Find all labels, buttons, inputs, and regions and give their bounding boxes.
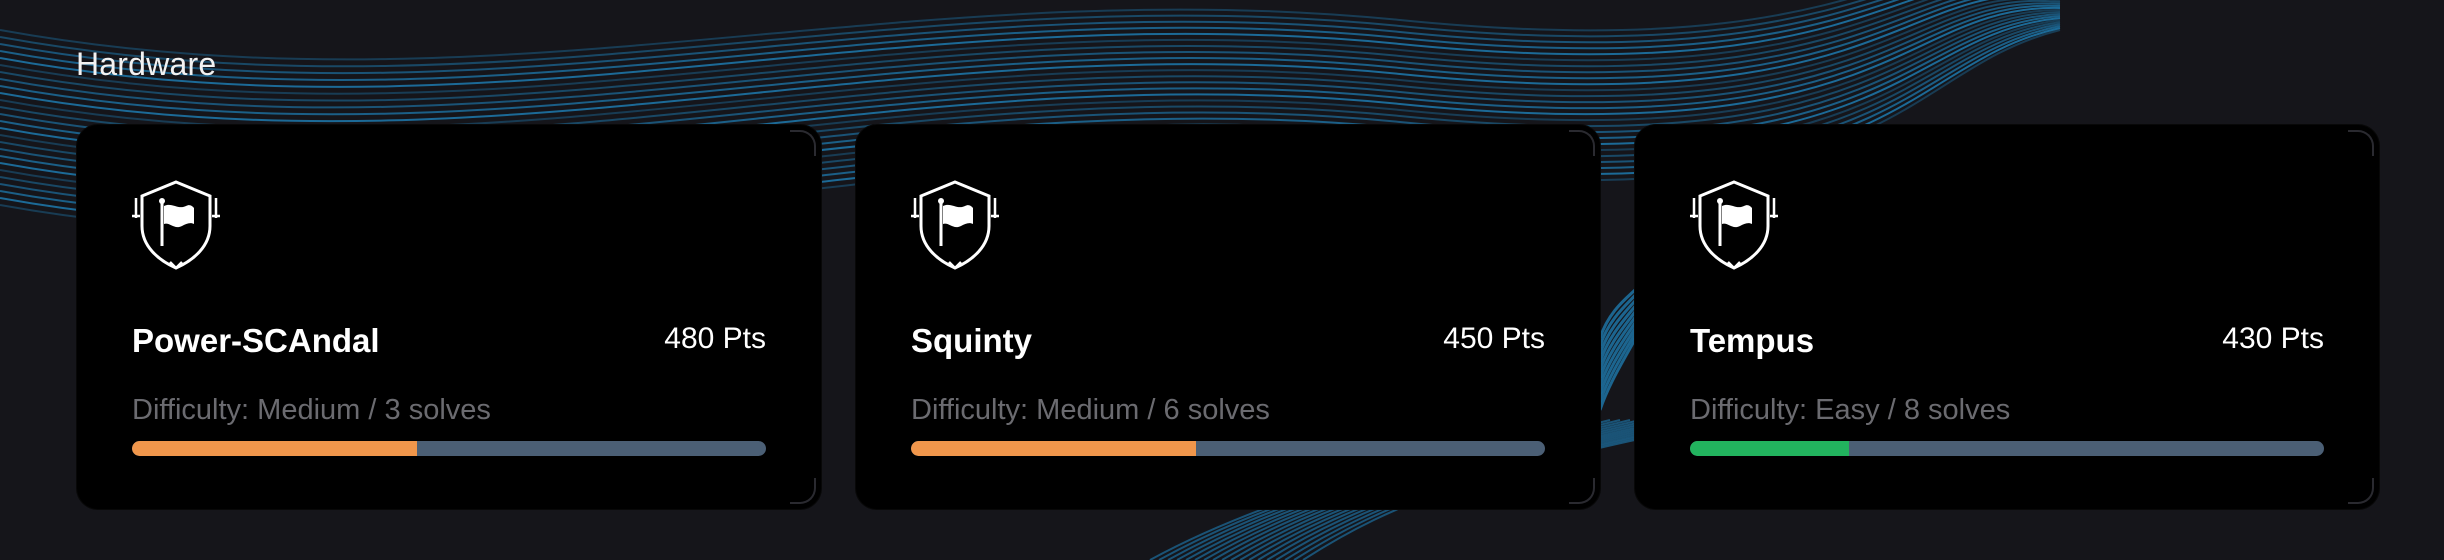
solves-count: 6 solves bbox=[1163, 394, 1270, 426]
difficulty-bar bbox=[911, 441, 1545, 456]
challenge-difficulty-text: Difficulty: Medium / 6 solves bbox=[911, 394, 1270, 427]
challenge-card[interactable]: Tempus 430 Pts Difficulty: Easy / 8 solv… bbox=[1634, 124, 2380, 510]
difficulty-label: Difficulty: bbox=[132, 394, 250, 426]
shield-flag-icon bbox=[132, 180, 220, 270]
separator: / bbox=[1147, 394, 1156, 426]
solves-count: 8 solves bbox=[1903, 394, 2011, 426]
section-title: Hardware bbox=[76, 46, 217, 82]
challenge-difficulty-text: Difficulty: Easy / 8 solves bbox=[1690, 394, 2010, 427]
difficulty-label: Difficulty: bbox=[1690, 394, 1808, 426]
difficulty-bar-fill bbox=[132, 441, 418, 456]
difficulty-bar bbox=[132, 441, 766, 456]
challenge-points: 430 Pts bbox=[2222, 322, 2324, 355]
challenge-name: Squinty bbox=[911, 322, 1032, 359]
shield-flag-icon bbox=[911, 180, 999, 270]
challenge-difficulty-text: Difficulty: Medium / 3 solves bbox=[132, 394, 491, 427]
difficulty-bar-fill bbox=[1690, 441, 1849, 456]
challenge-card-list: Power-SCAndal 480 Pts Difficulty: Medium… bbox=[76, 124, 2380, 510]
shield-flag-icon bbox=[1690, 180, 1778, 270]
difficulty-bar bbox=[1690, 441, 2324, 456]
solves-count: 3 solves bbox=[384, 394, 491, 426]
separator: / bbox=[1887, 394, 1896, 426]
challenge-points: 450 Pts bbox=[1443, 322, 1545, 355]
difficulty-value: Medium bbox=[1036, 394, 1140, 426]
challenge-card[interactable]: Power-SCAndal 480 Pts Difficulty: Medium… bbox=[76, 124, 822, 510]
difficulty-value: Medium bbox=[257, 394, 361, 426]
challenge-name: Tempus bbox=[1690, 322, 1815, 359]
difficulty-value: Easy bbox=[1815, 394, 1880, 426]
challenge-points: 480 Pts bbox=[664, 322, 766, 355]
separator: / bbox=[368, 394, 377, 426]
difficulty-bar-fill bbox=[911, 441, 1197, 456]
challenge-name: Power-SCAndal bbox=[132, 322, 380, 359]
difficulty-label: Difficulty: bbox=[911, 394, 1029, 426]
challenge-card[interactable]: Squinty 450 Pts Difficulty: Medium / 6 s… bbox=[855, 124, 1601, 510]
